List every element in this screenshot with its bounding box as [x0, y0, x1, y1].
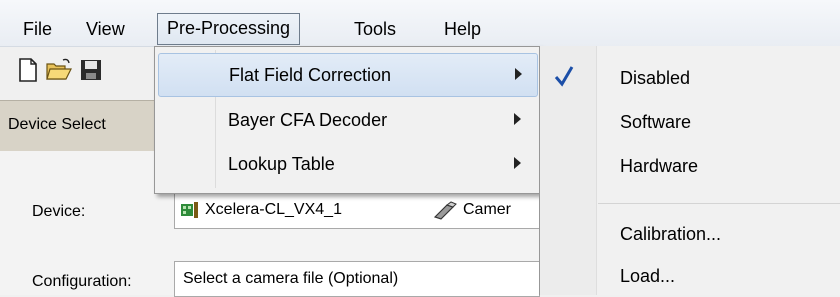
- menu-file[interactable]: File: [14, 14, 61, 44]
- open-folder-icon[interactable]: [46, 58, 72, 82]
- submenu-item-disabled[interactable]: Disabled: [596, 58, 840, 98]
- menu-item-label: Lookup Table: [228, 154, 335, 174]
- submenu-item-label: Disabled: [620, 68, 691, 88]
- flat-field-correction-submenu: Disabled Software Hardware Calibration..…: [539, 46, 840, 295]
- device-value: Xcelera-CL_VX4_1: [205, 201, 342, 218]
- submenu-item-label: Load...: [620, 266, 676, 286]
- camera-icon: [433, 201, 457, 220]
- submenu-arrow-icon: [515, 68, 522, 80]
- configuration-label: Configuration:: [32, 273, 132, 290]
- submenu-item-label: Software: [620, 112, 692, 132]
- save-icon[interactable]: [80, 58, 102, 82]
- menu-item-flat-field-correction[interactable]: Flat Field Correction: [158, 53, 538, 97]
- device-label: Device:: [32, 203, 86, 220]
- frame-grabber-board-icon: [181, 202, 198, 218]
- camera-value: Camer: [463, 201, 512, 218]
- submenu-item-label: Calibration...: [620, 224, 722, 244]
- submenu-separator: [598, 203, 840, 204]
- submenu-item-load[interactable]: Load...: [596, 256, 840, 296]
- menu-item-label: Flat Field Correction: [229, 65, 392, 85]
- toolbar: [0, 47, 160, 99]
- menu-bar: File View Pre-Processing Tools Help: [0, 0, 840, 47]
- menu-help[interactable]: Help: [435, 14, 490, 44]
- configuration-value: Select a camera file (Optional): [183, 270, 399, 287]
- submenu-item-software[interactable]: Software: [596, 102, 840, 142]
- menu-item-label: Bayer CFA Decoder: [228, 110, 388, 130]
- device-select-tab[interactable]: Device Select: [0, 100, 160, 152]
- menu-pre-processing[interactable]: Pre-Processing: [157, 13, 301, 45]
- configuration-field[interactable]: Select a camera file (Optional): [174, 261, 540, 297]
- pre-processing-menu: Flat Field Correction Bayer CFA Decoder …: [154, 46, 541, 194]
- menu-view[interactable]: View: [77, 14, 134, 44]
- menu-tools[interactable]: Tools: [345, 14, 405, 44]
- menu-item-lookup-table[interactable]: Lookup Table: [158, 143, 536, 185]
- check-icon: [554, 66, 574, 87]
- submenu-item-hardware[interactable]: Hardware: [596, 146, 840, 186]
- submenu-arrow-icon: [514, 113, 521, 125]
- submenu-arrow-icon: [514, 157, 521, 169]
- device-field[interactable]: Xcelera-CL_VX4_1 Camer: [174, 193, 540, 229]
- new-file-icon[interactable]: [17, 58, 39, 82]
- submenu-item-calibration[interactable]: Calibration...: [596, 214, 840, 254]
- device-select-label: Device Select: [8, 116, 106, 133]
- submenu-item-label: Hardware: [620, 156, 699, 176]
- menu-item-bayer-cfa-decoder[interactable]: Bayer CFA Decoder: [158, 99, 536, 141]
